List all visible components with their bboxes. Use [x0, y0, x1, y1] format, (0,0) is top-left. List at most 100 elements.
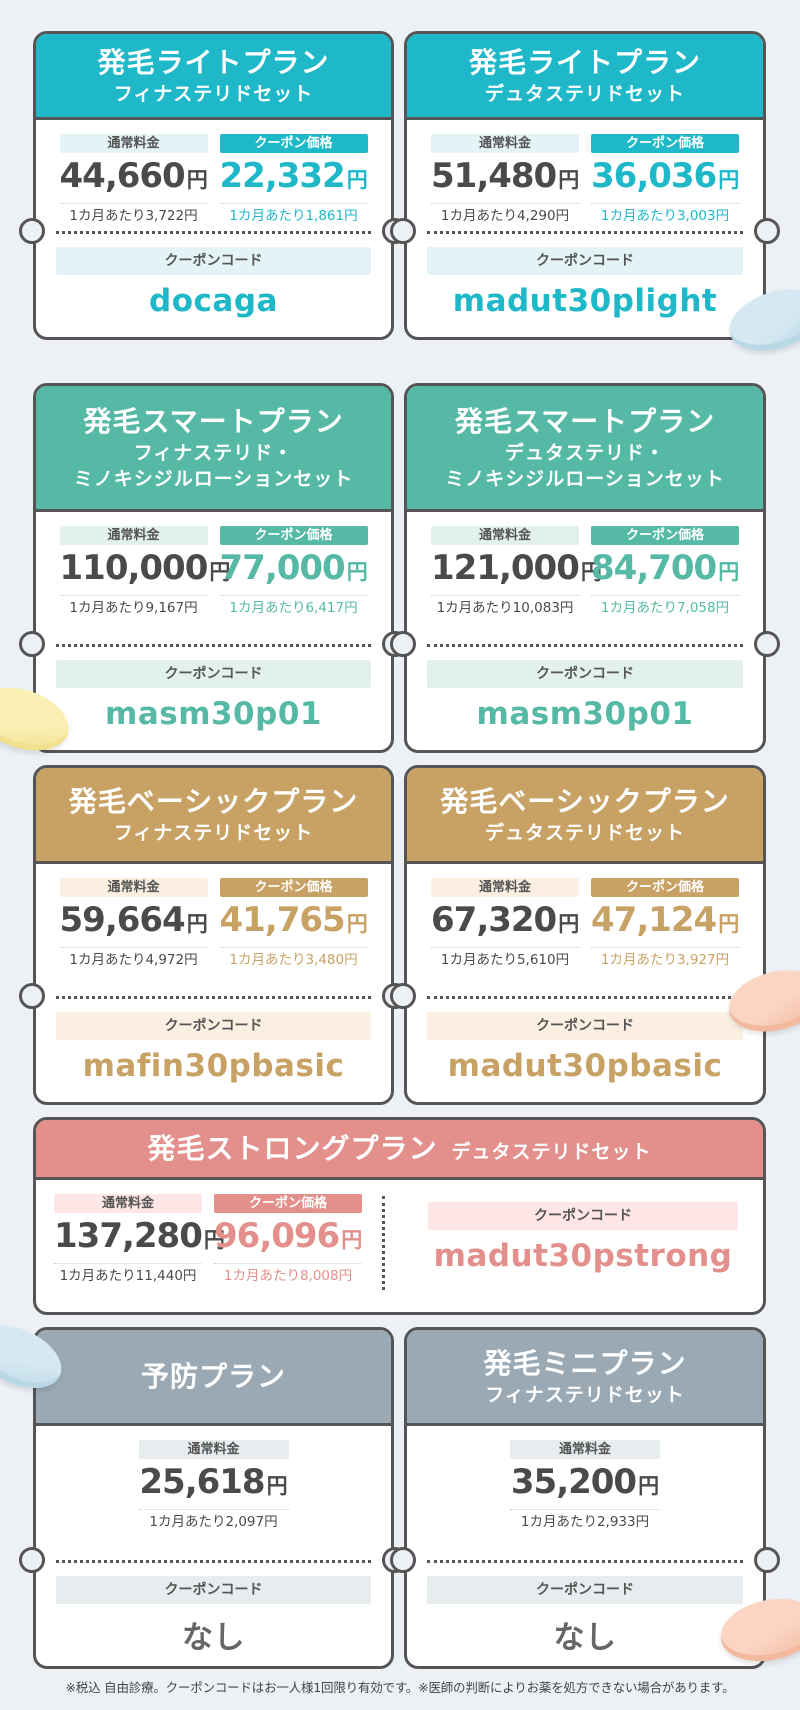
coupon-code-label: クーポンコード — [56, 660, 371, 688]
coupon-monthly-price: 1カ月あたり3,003円 — [600, 208, 730, 224]
coupon-price-value: 36,036円 — [591, 153, 739, 204]
normal-price-label: 通常料金 — [59, 134, 208, 153]
normal-price-amount: 59,664 — [59, 900, 186, 940]
coupon-price-amount: 47,124 — [591, 900, 717, 940]
plan-card: 発毛ベーシックプラン デュタステリドセット 通常料金 67,320円 1カ月あたり5,6… — [404, 765, 766, 1105]
normal-price-label: 通常料金 — [431, 526, 579, 545]
plan-card: 発毛ミニプランフィナステリドセット通常料金 35,200円 1カ月あたり2,933円… — [404, 1327, 766, 1669]
normal-price-column: 通常料金 110,000円 1カ月あたり9,167円 — [59, 526, 230, 620]
coupon-code[interactable]: madut30plight — [407, 283, 763, 319]
coupon-price-yen: 円 — [718, 912, 740, 936]
dotted-divider — [427, 996, 743, 999]
normal-price-value: 67,320円 — [431, 897, 579, 948]
dotted-divider — [56, 644, 371, 647]
coupon-code[interactable]: madut30pbasic — [407, 1048, 763, 1084]
price-block: 通常料金 110,000円 1カ月あたり9,167円 クーポン価格 77,000円 1カ月… — [59, 526, 368, 620]
normal-price-value: 137,280円 — [54, 1213, 225, 1264]
ticket-notch — [390, 218, 416, 244]
plan-subtitle: デュタステリドセット — [451, 1140, 652, 1163]
coupon-code[interactable]: なし — [407, 1612, 763, 1657]
normal-monthly-price: 1カ月あたり10,083円 — [436, 600, 574, 616]
plan-card: 発毛ベーシックプラン フィナステリドセット 通常料金 59,664円 1カ月あたり4,9… — [33, 765, 394, 1105]
normal-price-label: 通常料金 — [54, 1194, 202, 1213]
plan-subtitle-2: ミノキシジルローションセット — [445, 467, 725, 490]
dotted-divider — [427, 644, 743, 647]
plan-subtitle: フィナステリドセット — [485, 1383, 685, 1406]
normal-price-label: 通常料金 — [431, 134, 579, 153]
normal-price-amount: 121,000 — [431, 548, 580, 588]
plan-subtitle-2: ミノキシジルローションセット — [73, 467, 354, 490]
coupon-monthly-price: 1カ月あたり7,058円 — [600, 600, 730, 616]
ticket-notch — [754, 631, 780, 657]
coupon-monthly-price: 1カ月あたり3,480円 — [229, 952, 358, 968]
coupon-price-column: クーポン価格 22,332円 1カ月あたり1,861円 — [219, 134, 368, 228]
plan-title: 発毛ベーシックプラン — [440, 784, 730, 818]
normal-price-label: 通常料金 — [59, 878, 208, 897]
ticket-notch — [19, 1547, 45, 1573]
price-block: 通常料金 137,280円 1カ月あたり11,440円 クーポン価格 96,096円 1カ… — [54, 1194, 362, 1288]
normal-price-column: 通常料金 67,320円 1カ月あたり5,610円 — [431, 878, 579, 972]
normal-price-value: 59,664円 — [59, 897, 208, 948]
coupon-price-column: クーポン価格 47,124円 1カ月あたり3,927円 — [591, 878, 739, 972]
normal-price-yen: 円 — [558, 912, 580, 936]
plan-header: 発毛ライトプラン フィナステリドセット — [36, 34, 391, 120]
coupon-price-value: 47,124円 — [591, 897, 739, 948]
plan-header: 発毛ストロングプラン デュタステリドセット — [36, 1120, 763, 1180]
coupon-price-label: クーポン価格 — [219, 526, 368, 545]
coupon-code[interactable]: madut30pstrong — [428, 1238, 738, 1274]
price-block: 通常料金 35,200円 1カ月あたり2,933円 — [510, 1440, 660, 1534]
coupon-code-label: クーポンコード — [56, 1012, 371, 1040]
plan-card: 発毛ストロングプラン デュタステリドセット通常料金 137,280円 1カ月あたり11… — [33, 1117, 766, 1315]
dotted-divider — [56, 1560, 371, 1563]
plan-subtitle: フィナステリドセット — [113, 821, 314, 844]
coupon-code[interactable]: masm30p01 — [36, 696, 391, 732]
coupon-price-label: クーポン価格 — [591, 134, 739, 153]
normal-price-label: 通常料金 — [431, 878, 579, 897]
coupon-code[interactable]: mafin30pbasic — [36, 1048, 391, 1084]
coupon-code[interactable]: なし — [36, 1612, 391, 1657]
coupon-price-list: ※税込 自由診療。クーポンコードはお一人様1回限り有効です。※医師の判断によりお… — [0, 0, 800, 1710]
plan-card: 発毛ライトプラン フィナステリドセット 通常料金 44,660円 1カ月あたり3,722… — [33, 31, 394, 340]
normal-price-amount: 51,480 — [431, 156, 557, 196]
coupon-price-label: クーポン価格 — [591, 526, 739, 545]
plan-title: 発毛ライトプラン — [97, 45, 330, 79]
normal-monthly-price: 1カ月あたり5,610円 — [440, 952, 570, 968]
normal-monthly-price: 1カ月あたり4,972円 — [69, 952, 198, 968]
coupon-code[interactable]: docaga — [36, 283, 391, 319]
coupon-code[interactable]: masm30p01 — [407, 696, 763, 732]
coupon-price-label: クーポン価格 — [219, 134, 368, 153]
normal-price-column: 通常料金 35,200円 1カ月あたり2,933円 — [510, 1440, 660, 1534]
ticket-notch — [390, 983, 416, 1009]
normal-price-value: 110,000円 — [59, 545, 230, 596]
plan-title: 発毛スマートプラン — [454, 404, 716, 438]
coupon-code-label: クーポンコード — [427, 247, 743, 275]
coupon-price-yen: 円 — [718, 168, 740, 192]
dotted-divider — [56, 231, 371, 234]
ticket-notch — [19, 218, 45, 244]
normal-monthly-price: 1カ月あたり2,933円 — [520, 1514, 650, 1530]
ticket-notch — [390, 1547, 416, 1573]
coupon-price-yen: 円 — [341, 1228, 363, 1252]
normal-price-yen: 円 — [558, 168, 580, 192]
coupon-code-label: クーポンコード — [56, 1576, 371, 1604]
coupon-code-label: クーポンコード — [427, 1012, 743, 1040]
plan-title: 発毛ミニプラン — [483, 1346, 687, 1380]
normal-price-column: 通常料金 137,280円 1カ月あたり11,440円 — [54, 1194, 225, 1288]
dotted-divider — [56, 996, 371, 999]
plan-title: 発毛ライトプラン — [468, 45, 701, 79]
coupon-price-column: クーポン価格 77,000円 1カ月あたり6,417円 — [219, 526, 368, 620]
price-block: 通常料金 67,320円 1カ月あたり5,610円 クーポン価格 47,124円 1カ月あ… — [431, 878, 739, 972]
normal-price-column: 通常料金 59,664円 1カ月あたり4,972円 — [59, 878, 208, 972]
ticket-notch — [390, 631, 416, 657]
plan-header: 発毛ライトプラン デュタステリドセット — [407, 34, 763, 120]
normal-monthly-price: 1カ月あたり3,722円 — [69, 208, 198, 224]
coupon-price-amount: 96,096 — [214, 1216, 340, 1256]
normal-price-amount: 67,320 — [431, 900, 557, 940]
coupon-price-label: クーポン価格 — [591, 878, 739, 897]
plan-header: 発毛スマートプラン デュタステリド・ ミノキシジルローションセット — [407, 386, 763, 512]
coupon-price-label: クーポン価格 — [214, 1194, 362, 1213]
normal-monthly-price: 1カ月あたり4,290円 — [440, 208, 570, 224]
plan-card: 予防プラン 通常料金 25,618円 1カ月あたり2,097円 クーポンコード なし — [33, 1327, 394, 1669]
coupon-price-value: 77,000円 — [219, 545, 368, 596]
coupon-price-amount: 84,700 — [591, 548, 717, 588]
